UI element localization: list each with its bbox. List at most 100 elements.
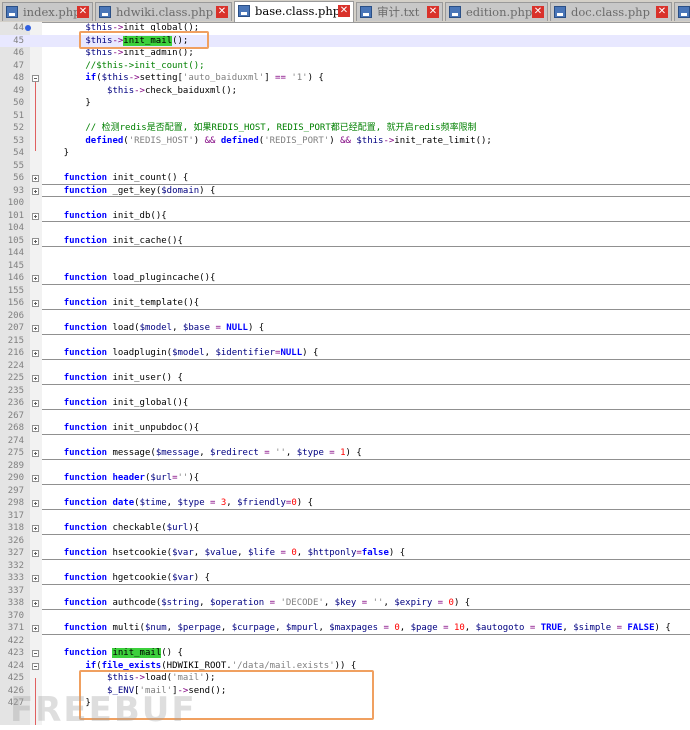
code-line[interactable]: 48 if($this->setting['auto_baiduxml'] ==… xyxy=(0,72,690,85)
line-number: 318 xyxy=(7,523,24,533)
code-line[interactable]: 326 xyxy=(0,535,690,548)
code-line[interactable]: 56 function init_count() { xyxy=(0,172,690,185)
code-line[interactable]: 235 xyxy=(0,385,690,398)
code-line[interactable]: 54 } xyxy=(0,147,690,160)
fold-expand-icon[interactable] xyxy=(32,625,39,632)
code-line[interactable]: 156 function init_template(){ xyxy=(0,297,690,310)
close-tab-icon[interactable]: ✕ xyxy=(656,6,668,18)
line-number: 327 xyxy=(7,548,24,558)
code-line[interactable]: 267 xyxy=(0,410,690,423)
watermark-logo: FREEBUF xyxy=(10,690,197,730)
code-line[interactable]: 101 function init_db(){ xyxy=(0,210,690,222)
code-line[interactable]: 317 xyxy=(0,510,690,523)
code-line[interactable]: 423 function init_mail() { xyxy=(0,647,690,660)
fold-expand-icon[interactable] xyxy=(32,550,39,557)
code-line[interactable]: 93 function _get_key($domain) { xyxy=(0,185,690,197)
code-line[interactable]: 145 xyxy=(0,260,690,273)
code-line[interactable]: 144 xyxy=(0,247,690,260)
line-number: 48 xyxy=(13,73,24,83)
fold-collapse-icon[interactable] xyxy=(32,75,39,82)
code-line[interactable]: 337 xyxy=(0,585,690,598)
code-text: function init_mail() { xyxy=(63,648,183,658)
code-line[interactable]: 216 function loadplugin($model, $identif… xyxy=(0,347,690,360)
code-line[interactable]: 104 xyxy=(0,222,690,235)
code-line[interactable]: 289 xyxy=(0,460,690,473)
fold-collapse-icon[interactable] xyxy=(32,662,39,670)
line-number: 55 xyxy=(13,160,24,171)
fold-expand-icon[interactable] xyxy=(32,400,39,407)
line-number: 274 xyxy=(7,435,24,446)
fold-expand-icon[interactable] xyxy=(32,212,39,220)
fold-expand-icon[interactable] xyxy=(32,175,39,182)
line-number: 47 xyxy=(13,60,24,71)
tab-base-class-php[interactable]: base.class.php ✕ xyxy=(234,1,354,22)
line-number: 207 xyxy=(7,323,24,333)
code-line[interactable]: 268 function init_unpubdoc(){ xyxy=(0,422,690,435)
code-line[interactable]: 290 function header($url=''){ xyxy=(0,472,690,485)
fold-expand-icon[interactable] xyxy=(32,300,39,307)
fold-expand-icon[interactable] xyxy=(32,425,39,432)
code-line[interactable]: 215 xyxy=(0,335,690,348)
code-line[interactable]: 50 } xyxy=(0,97,690,110)
fold-expand-icon[interactable] xyxy=(32,450,39,457)
code-text: } xyxy=(42,98,91,108)
code-line[interactable]: 146 function load_plugincache(){ xyxy=(0,272,690,285)
code-line[interactable]: 53 defined('REDIS_HOST') && defined('RED… xyxy=(0,135,690,148)
code-line[interactable]: 332 xyxy=(0,560,690,573)
code-line[interactable]: 422 xyxy=(0,635,690,648)
code-line[interactable]: 275 function message($message, $redirect… xyxy=(0,447,690,460)
code-line[interactable]: 206 xyxy=(0,310,690,323)
tab--txt[interactable]: 审计.txt ✕ xyxy=(356,2,443,21)
code-line[interactable]: 207 function load($model, $base = NULL) … xyxy=(0,322,690,335)
code-line[interactable]: 371 function multi($num, $perpage, $curp… xyxy=(0,622,690,635)
fold-expand-icon[interactable] xyxy=(32,375,39,382)
code-line[interactable]: 51 xyxy=(0,110,690,123)
fold-collapse-icon[interactable] xyxy=(32,650,39,657)
code-line[interactable]: 105 function init_cache(){ xyxy=(0,235,690,247)
code-line[interactable]: 370 xyxy=(0,610,690,623)
tab-g[interactable]: g xyxy=(674,2,690,21)
code-line[interactable]: 47 //$this->init_count(); xyxy=(0,60,690,73)
close-tab-icon[interactable]: ✕ xyxy=(532,6,544,18)
line-number: 371 xyxy=(7,623,24,633)
bookmark-icon[interactable] xyxy=(25,25,31,31)
fold-expand-icon[interactable] xyxy=(32,525,39,532)
fold-expand-icon[interactable] xyxy=(32,575,39,582)
close-tab-icon[interactable]: ✕ xyxy=(338,5,350,17)
code-line[interactable]: 224 xyxy=(0,360,690,373)
tab-hdwiki-class-php[interactable]: hdwiki.class.php ✕ xyxy=(95,2,232,21)
code-line[interactable]: 298 function date($time, $type = 3, $fri… xyxy=(0,497,690,510)
code-line[interactable]: 297 xyxy=(0,485,690,498)
code-line[interactable]: 155 xyxy=(0,285,690,298)
code-line[interactable]: 225 function init_user() { xyxy=(0,372,690,385)
close-tab-icon[interactable]: ✕ xyxy=(77,6,89,18)
code-line[interactable]: 236 function init_global(){ xyxy=(0,397,690,410)
line-number: 45 xyxy=(13,35,24,46)
fold-expand-icon[interactable] xyxy=(32,275,39,282)
fold-expand-icon[interactable] xyxy=(32,475,39,482)
code-line[interactable]: 55 xyxy=(0,160,690,173)
fold-expand-icon[interactable] xyxy=(32,187,39,195)
close-tab-icon[interactable]: ✕ xyxy=(427,6,439,18)
code-line[interactable]: 338 function authcode($string, $operatio… xyxy=(0,597,690,610)
line-number: 54 xyxy=(13,148,24,158)
fold-expand-icon[interactable] xyxy=(32,500,39,507)
code-line[interactable]: 49 $this->check_baiduxml(); xyxy=(0,85,690,98)
fold-expand-icon[interactable] xyxy=(32,600,39,607)
close-tab-icon[interactable]: ✕ xyxy=(216,6,228,18)
code-line[interactable]: 327 function hsetcookie($var, $value, $l… xyxy=(0,547,690,560)
fold-expand-icon[interactable] xyxy=(32,237,39,245)
code-line[interactable]: 100 xyxy=(0,197,690,210)
code-editor[interactable]: 44 $this->init_global(); 45 $this->init_m… xyxy=(0,22,690,725)
code-line[interactable]: 274 xyxy=(0,435,690,448)
code-line[interactable]: 52 // 检测redis是否配置, 如果REDIS_HOST, REDIS_P… xyxy=(0,122,690,135)
code-line[interactable]: 333 function hgetcookie($var) { xyxy=(0,572,690,585)
fold-expand-icon[interactable] xyxy=(32,350,39,357)
tab-bar: index.php ✕ hdwiki.class.php ✕ base.class.ph… xyxy=(0,0,690,23)
tab-doc-class-php[interactable]: doc.class.php ✕ xyxy=(550,2,672,21)
fold-expand-icon[interactable] xyxy=(32,325,39,332)
code-line[interactable]: 318 function checkable($url){ xyxy=(0,522,690,535)
tab-edition-php[interactable]: edition.php ✕ xyxy=(445,2,548,21)
tab-index-php[interactable]: index.php ✕ xyxy=(2,2,93,21)
line-number: 317 xyxy=(7,510,24,521)
